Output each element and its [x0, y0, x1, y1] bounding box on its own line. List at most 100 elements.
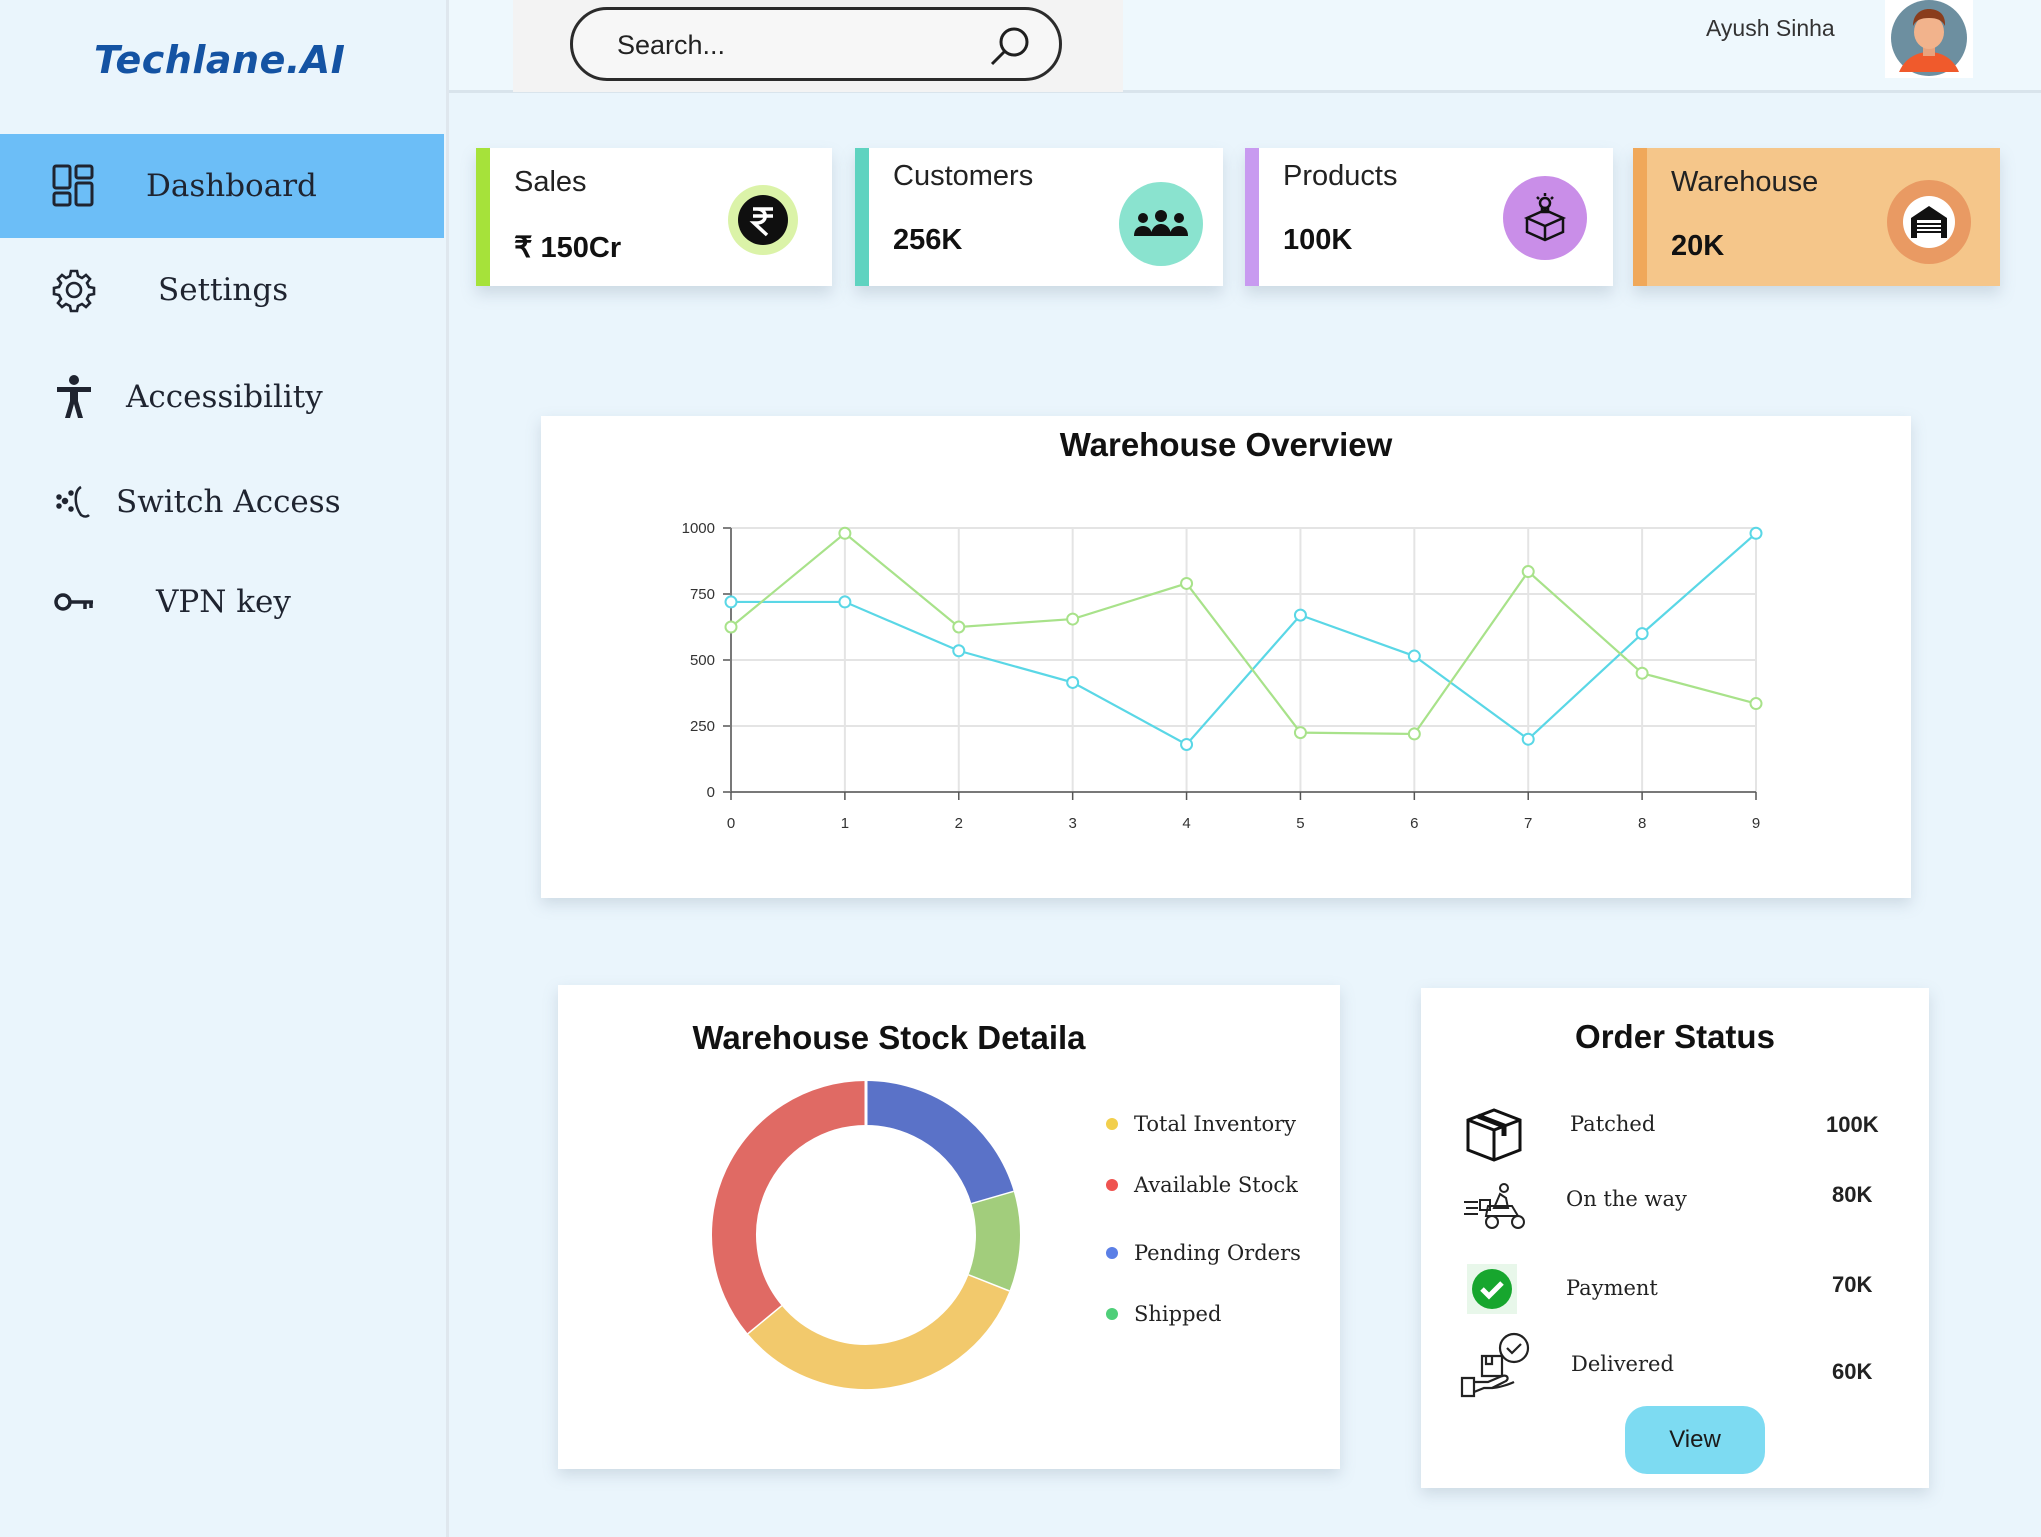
x-tick-label: 1 — [841, 815, 849, 832]
x-tick-label: 7 — [1524, 815, 1532, 832]
order-label: On the way — [1566, 1187, 1687, 1211]
legend-label: Available Stock — [1134, 1173, 1298, 1197]
stat-card-customers[interactable]: Customers 256K — [855, 148, 1223, 286]
data-point — [952, 620, 966, 634]
user-name[interactable]: Ayush Sinha — [1706, 15, 1835, 42]
card-title: Products — [1283, 160, 1398, 192]
legend-item: Available Stock — [1106, 1173, 1298, 1197]
donut-slice — [968, 1192, 1020, 1292]
sidebar-item-accessibility[interactable]: Accessibility — [0, 345, 444, 449]
x-tick-label: 5 — [1296, 815, 1304, 832]
order-label: Delivered — [1571, 1352, 1674, 1376]
data-point — [1293, 608, 1307, 622]
stat-card-sales[interactable]: Sales ₹ 150Cr — [476, 148, 832, 286]
card-accent-bar — [1633, 148, 1647, 286]
package-box-icon — [1462, 1104, 1526, 1169]
sidebar-item-vpn-key[interactable]: VPN key — [0, 550, 444, 654]
key-icon — [50, 578, 98, 626]
product-box-icon — [1503, 176, 1587, 260]
card-accent-bar — [476, 148, 490, 286]
card-title: Customers — [893, 160, 1034, 192]
delivered-package-icon — [1456, 1330, 1538, 1407]
legend-label: Pending Orders — [1134, 1241, 1301, 1265]
search-placeholder: Search... — [617, 30, 726, 60]
data-point — [1180, 576, 1194, 590]
data-point — [952, 644, 966, 658]
order-label: Patched — [1570, 1112, 1656, 1136]
data-point — [1407, 649, 1421, 663]
sidebar-item-label: Settings — [158, 272, 289, 308]
data-point — [1749, 697, 1763, 711]
stat-card-warehouse[interactable]: Warehouse 20K — [1633, 148, 2000, 286]
card-value: 256K — [893, 224, 963, 256]
data-point — [1521, 732, 1535, 746]
y-tick-label: 500 — [690, 652, 715, 669]
sidebar: Techlane.AI Dashboard Settings Accessibi… — [0, 0, 449, 1537]
x-tick-label: 0 — [727, 815, 735, 832]
x-tick-label: 9 — [1752, 815, 1760, 832]
order-value: 80K — [1832, 1182, 1873, 1207]
warehouse-overview-panel: Warehouse Overview 0 250 500 750 1000 0 1 2 3 4 5 6… — [541, 416, 1911, 898]
legend-swatch — [1106, 1179, 1118, 1191]
data-point — [1635, 666, 1649, 680]
donut-slice — [747, 1275, 1010, 1389]
gear-icon — [50, 266, 98, 314]
donut-slice — [865, 1081, 1014, 1205]
donut-chart — [712, 1081, 1020, 1389]
users-group-icon — [1119, 182, 1203, 266]
brand-logo[interactable]: Techlane.AI — [94, 38, 345, 82]
data-point — [1293, 726, 1307, 740]
rupee-icon — [728, 185, 798, 255]
sidebar-item-label: Dashboard — [146, 168, 317, 204]
search-icon[interactable] — [987, 24, 1033, 75]
order-value: 60K — [1832, 1359, 1873, 1384]
order-value: 100K — [1826, 1112, 1879, 1137]
sidebar-item-label: Switch Access — [116, 484, 341, 520]
check-circle-icon — [1467, 1264, 1517, 1319]
delivery-scooter-icon — [1462, 1182, 1532, 1237]
card-value: ₹ 150Cr — [514, 232, 622, 264]
card-title: Sales — [514, 166, 587, 198]
legend-swatch — [1106, 1308, 1118, 1320]
card-accent-bar — [1245, 148, 1259, 286]
sidebar-item-switch-access[interactable]: Switch Access — [0, 450, 444, 554]
legend-label: Shipped — [1134, 1302, 1222, 1326]
sidebar-item-settings[interactable]: Settings — [0, 238, 444, 342]
y-tick-label: 250 — [690, 718, 715, 735]
data-point — [1521, 565, 1535, 579]
sidebar-item-label: Accessibility — [126, 379, 323, 415]
stat-card-products[interactable]: Products 100K — [1245, 148, 1613, 286]
order-value: 70K — [1832, 1272, 1873, 1297]
view-button[interactable]: View — [1625, 1406, 1765, 1474]
y-tick-label: 0 — [707, 784, 715, 801]
card-accent-bar — [855, 148, 869, 286]
series-line-1 — [730, 531, 1757, 736]
legend-label: Total Inventory — [1134, 1112, 1296, 1136]
x-tick-label: 4 — [1182, 815, 1190, 832]
data-point — [724, 595, 738, 609]
dashboard-icon — [50, 162, 98, 210]
x-tick-label: 3 — [1068, 815, 1076, 832]
x-tick-label: 6 — [1410, 815, 1418, 832]
x-tick-label: 8 — [1638, 815, 1646, 832]
sidebar-item-dashboard[interactable]: Dashboard — [0, 134, 444, 238]
y-tick-label: 750 — [690, 586, 715, 603]
search-input[interactable]: Search... — [570, 7, 1062, 81]
card-title: Warehouse — [1671, 166, 1819, 198]
data-point — [1749, 526, 1763, 540]
data-point — [724, 620, 738, 634]
sidebar-item-label: VPN key — [156, 584, 291, 620]
card-value: 100K — [1283, 224, 1353, 256]
y-tick-label: 1000 — [682, 520, 715, 537]
line-chart: 0 250 500 750 1000 0 1 2 3 4 5 6 7 8 9 — [682, 520, 1763, 832]
data-point — [838, 526, 852, 540]
x-tick-label: 2 — [955, 815, 963, 832]
legend-item: Pending Orders — [1106, 1241, 1301, 1265]
data-point — [838, 595, 852, 609]
data-point — [1066, 612, 1080, 626]
order-label: Payment — [1566, 1276, 1658, 1300]
legend-swatch — [1106, 1247, 1118, 1259]
avatar[interactable] — [1885, 0, 1973, 78]
legend-item: Shipped — [1106, 1302, 1221, 1326]
legend-item: Total Inventory — [1106, 1112, 1296, 1136]
